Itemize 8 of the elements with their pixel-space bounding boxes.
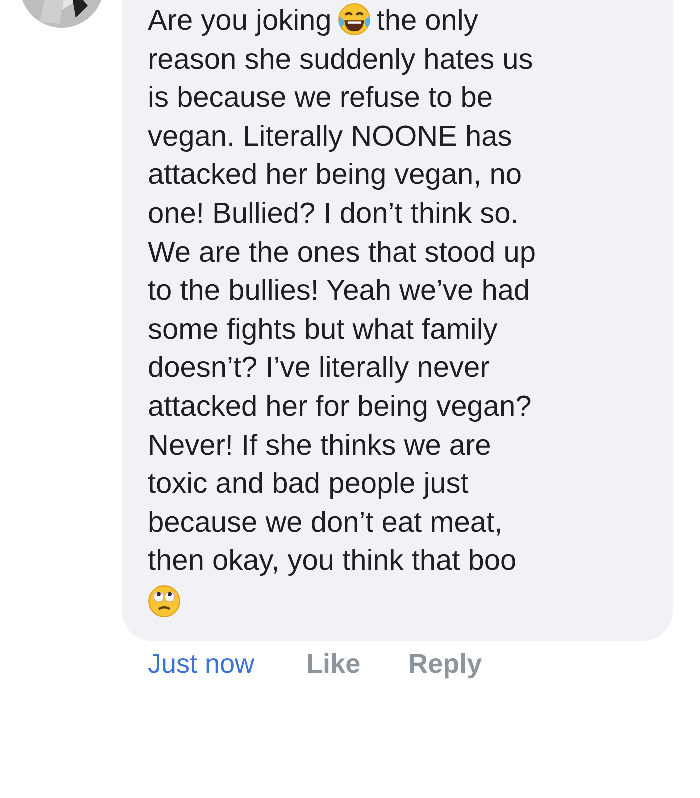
comment-text: reason she suddenly hates us is because we refuse to be vegan. Literally NOONE has attacked her being vegan, no one! Bullied? I don’t think so. We are the ones that stood up to the bullies! Yeah we’ve had some fights but what family doesn’t? I’ve literally never attacked her for being vegan? Never! If she thinks we are toxic and bad people just because we don’t eat meat, then okay, you think that boo: [148, 42, 536, 580]
eye-roll-face-icon: [148, 584, 181, 618]
comment-text: the only: [376, 4, 478, 39]
timestamp-link[interactable]: Just now: [148, 648, 255, 678]
comment-text: Are you joking: [148, 4, 332, 39]
action-link[interactable]: Reply: [408, 648, 482, 678]
action-link[interactable]: Like: [306, 648, 361, 678]
laughing-face-icon: [338, 3, 371, 36]
